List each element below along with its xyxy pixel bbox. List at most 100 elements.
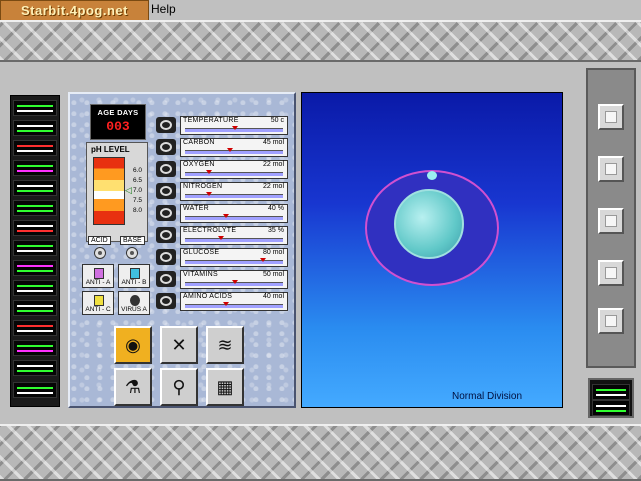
gauge-block <box>13 140 57 156</box>
meter-track <box>185 214 283 220</box>
base-label: BASE <box>120 236 145 245</box>
meter-name: CARBON <box>183 139 215 146</box>
age-days-value: 003 <box>106 119 130 134</box>
meter-box: GLUCOSE 80 mol <box>180 248 288 267</box>
gauge-block <box>592 400 630 416</box>
gauge-block <box>13 180 57 196</box>
anti-a-button[interactable]: ANTI - A <box>82 264 114 288</box>
meter-name: GLUCOSE <box>183 249 220 256</box>
meter-name: AMINO ACIDS <box>183 293 233 300</box>
meter-row-electrolyte: ELECTROLYTE 35 % <box>156 226 288 245</box>
meter-row-carbon: CARBON 45 mol <box>156 138 288 157</box>
menu-help[interactable]: Help <box>151 2 176 16</box>
vial-icon <box>130 268 140 279</box>
meter-row-glucose: GLUCOSE 80 mol <box>156 248 288 267</box>
gauge-block <box>13 260 57 276</box>
meter-track <box>185 148 283 154</box>
gauge-block <box>13 220 57 236</box>
meter-value: 80 mol <box>262 249 284 256</box>
meter-box: NITROGEN 22 mol <box>180 182 288 201</box>
gauge-block <box>13 280 57 296</box>
gauge-block <box>13 100 57 116</box>
ph-tick: 6.0 <box>133 167 143 174</box>
adjust-toggle-icon[interactable] <box>156 293 176 309</box>
meter-track <box>185 236 283 242</box>
meter-track <box>185 170 283 176</box>
meter-name: NITROGEN <box>183 183 223 190</box>
monitor-button[interactable]: ▦ <box>206 368 244 406</box>
ph-indicator-arrow-icon: ◁ <box>125 185 132 195</box>
meter-marker <box>232 126 238 130</box>
side-button-2[interactable] <box>598 156 624 182</box>
base-knob[interactable] <box>126 247 138 259</box>
meter-name: WATER <box>183 205 209 212</box>
virus-a-label: VIRUS A <box>121 306 147 313</box>
meter-marker <box>260 258 267 262</box>
cell-nucleus <box>394 189 464 259</box>
adjust-toggle-icon[interactable] <box>156 183 176 199</box>
anti-c-button[interactable]: ANTI - C <box>82 291 114 315</box>
meter-value: 45 mol <box>262 139 284 146</box>
control-panel: AGE DAYS 003 pH LEVEL 6.0 6.5 7.0 7.5 8.… <box>68 92 296 408</box>
side-button-column <box>586 68 636 368</box>
meter-value: 40 mol <box>262 293 284 300</box>
virus-a-button[interactable]: VIRUS A <box>118 291 150 315</box>
side-button-5[interactable] <box>598 308 624 334</box>
cell-view-button[interactable]: ◉ <box>114 326 152 364</box>
ph-level-gauge: pH LEVEL 6.0 6.5 7.0 7.5 8.0 ◁ <box>86 142 148 242</box>
meter-track <box>185 192 283 198</box>
ph-tick: 8.0 <box>133 207 143 214</box>
gauge-block <box>13 200 57 216</box>
meter-box: TEMPERATURE 50 c <box>180 116 288 135</box>
gauge-block <box>592 384 630 400</box>
beaker-icon: ⚗ <box>124 376 142 397</box>
meter-row-amino-acids: AMINO ACIDS 40 mol <box>156 292 288 311</box>
adjust-toggle-icon[interactable] <box>156 139 176 155</box>
meter-box: CARBON 45 mol <box>180 138 288 157</box>
anti-c-label: ANTI - C <box>85 306 111 313</box>
meter-box: VITAMINS 50 mol <box>180 270 288 289</box>
adjust-toggle-icon[interactable] <box>156 271 176 287</box>
ph-level-label: pH LEVEL <box>91 145 130 154</box>
status-gauge-strip <box>10 95 60 407</box>
meter-name: ELECTROLYTE <box>183 227 237 234</box>
side-button-4[interactable] <box>598 260 624 286</box>
chromosome-button[interactable]: ✕ <box>160 326 198 364</box>
beaker-button[interactable]: ⚗ <box>114 368 152 406</box>
gauge-block <box>13 340 57 356</box>
meter-name: VITAMINS <box>183 271 218 278</box>
side-button-3[interactable] <box>598 208 624 234</box>
meter-box: OXYGEN 22 mol <box>180 160 288 179</box>
vial-icon <box>94 295 104 306</box>
meter-row-oxygen: OXYGEN 22 mol <box>156 160 288 179</box>
adjust-toggle-icon[interactable] <box>156 161 176 177</box>
meter-marker <box>227 148 234 152</box>
anti-b-button[interactable]: ANTI - B <box>118 264 150 288</box>
acid-label: ACID <box>88 236 111 245</box>
dna-icon: ≋ <box>217 334 233 355</box>
gauge-block <box>13 120 57 136</box>
ph-tick: 7.5 <box>133 197 143 204</box>
ph-tick: 6.5 <box>133 177 143 184</box>
metal-plate-top <box>0 20 641 62</box>
age-days-display: AGE DAYS 003 <box>90 104 146 140</box>
meter-box: AMINO ACIDS 40 mol <box>180 292 288 311</box>
meter-row-temperature: TEMPERATURE 50 c <box>156 116 288 135</box>
gauge-block <box>13 240 57 256</box>
meter-row-water: WATER 40 % <box>156 204 288 223</box>
adjust-toggle-icon[interactable] <box>156 205 176 221</box>
gauge-block <box>13 360 57 376</box>
adjust-toggle-icon[interactable] <box>156 227 176 243</box>
metal-plate-bottom <box>0 424 641 481</box>
meter-row-vitamins: VITAMINS 50 mol <box>156 270 288 289</box>
adjust-toggle-icon[interactable] <box>156 249 176 265</box>
anti-b-label: ANTI - B <box>121 279 147 286</box>
dna-button[interactable]: ≋ <box>206 326 244 364</box>
microscope-button[interactable]: ⚲ <box>160 368 198 406</box>
acid-knob[interactable] <box>94 247 106 259</box>
adjust-toggle-icon[interactable] <box>156 117 176 133</box>
meter-value: 50 mol <box>262 271 284 278</box>
meter-row-nitrogen: NITROGEN 22 mol <box>156 182 288 201</box>
syringe-icon <box>130 295 140 306</box>
side-button-1[interactable] <box>598 104 624 130</box>
